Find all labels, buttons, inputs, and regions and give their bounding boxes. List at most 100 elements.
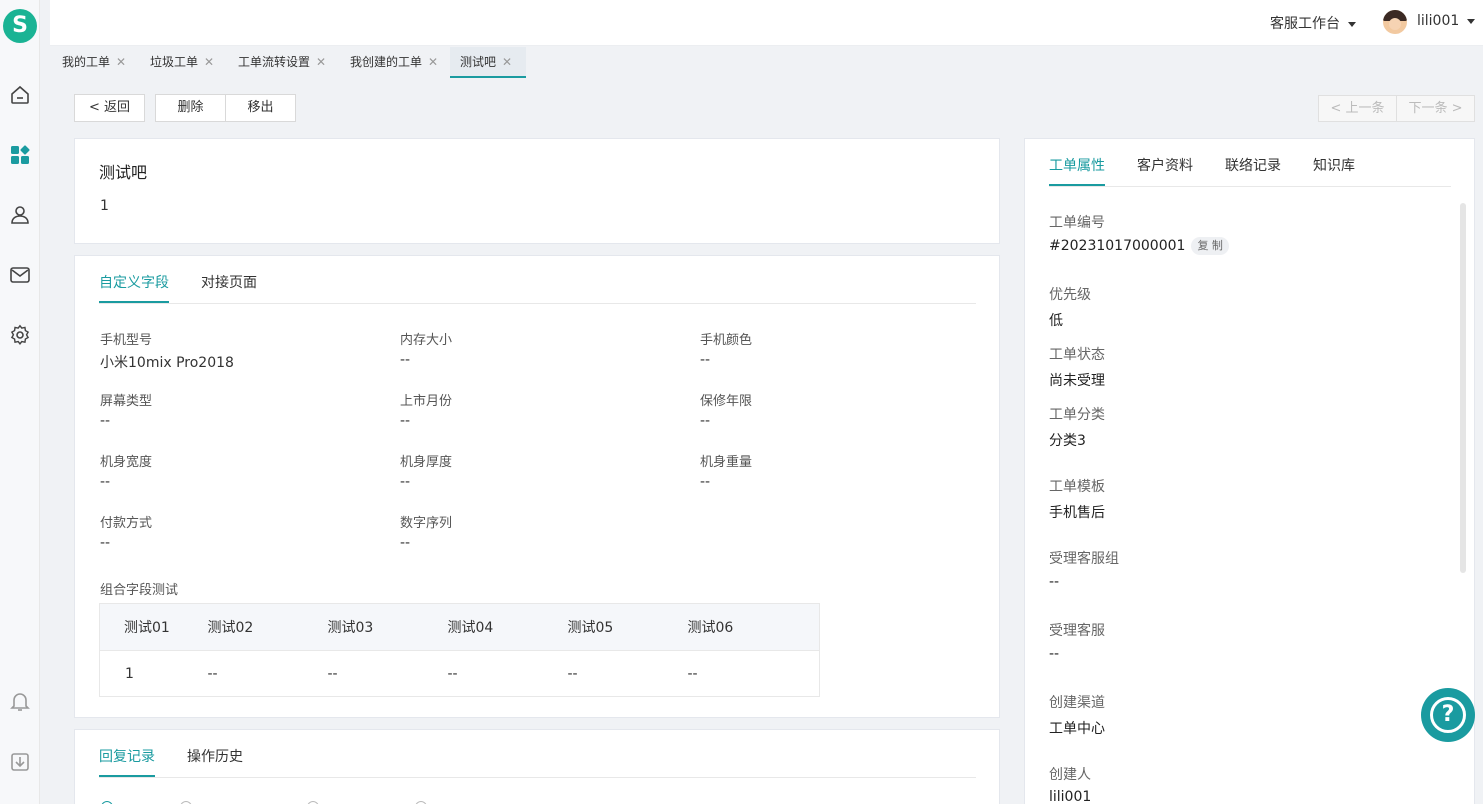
field-label: 机身重量	[700, 455, 753, 470]
tab-contact-records[interactable]: 联络记录	[1225, 155, 1281, 175]
delete-button[interactable]: 删除	[155, 94, 226, 122]
close-icon[interactable]: ✕	[116, 55, 126, 69]
user-menu[interactable]: lili001	[1417, 13, 1476, 29]
bell-icon[interactable]	[9, 690, 31, 712]
records-card: 回复记录 操作历史	[74, 729, 1000, 804]
workbench-label: 客服工作台	[1270, 16, 1340, 32]
field-label: 上市月份	[400, 394, 453, 409]
download-icon[interactable]	[9, 751, 31, 773]
tab-integration-page[interactable]: 对接页面	[201, 272, 257, 292]
tab-custom-fields[interactable]: 自定义字段	[99, 272, 169, 292]
tab-trash-tickets[interactable]: 垃圾工单 ✕	[140, 47, 224, 78]
next-button[interactable]: 下一条 >	[1396, 95, 1475, 122]
avatar[interactable]	[1383, 10, 1407, 34]
settings-icon[interactable]	[9, 324, 31, 346]
divider	[1049, 186, 1451, 187]
prev-label: 上一条	[1345, 101, 1385, 116]
prev-button[interactable]: < 上一条	[1318, 95, 1397, 122]
scrollbar[interactable]	[1460, 203, 1466, 573]
ticket-title-card: 测试吧 1	[74, 138, 1000, 244]
tab-ticket-properties[interactable]: 工单属性	[1049, 155, 1105, 175]
prop-label: 受理客服组	[1049, 551, 1119, 567]
prop-label: 受理客服	[1049, 623, 1105, 639]
table-cell: --	[687, 665, 698, 682]
tab-flow-settings[interactable]: 工单流转设置 ✕	[228, 47, 336, 78]
field-label: 机身厚度	[400, 455, 453, 470]
prop-label: 工单状态	[1049, 347, 1105, 363]
tab-label: 测试吧	[460, 55, 497, 69]
column-header: 测试02	[207, 603, 328, 651]
combo-field-table: 测试01 测试02 测试03 测试04 测试05 测试06 1 -- -- --…	[99, 603, 820, 697]
app-logo[interactable]: S	[3, 9, 37, 43]
ticket-content: 1	[100, 198, 109, 214]
help-button[interactable]: ?	[1421, 688, 1475, 742]
field-value: --	[100, 413, 111, 429]
table-row: 1 -- -- -- -- --	[100, 651, 820, 697]
prop-label: 工单分类	[1049, 407, 1105, 423]
close-icon[interactable]: ✕	[204, 55, 214, 69]
table-cell: --	[327, 665, 338, 682]
tab-label: 工单流转设置	[238, 55, 311, 69]
combo-field-label: 组合字段测试	[100, 583, 179, 598]
field-value: --	[100, 474, 111, 490]
field-label: 手机型号	[100, 333, 153, 348]
table-header-row: 测试01 测试02 测试03 测试04 测试05 测试06	[99, 603, 820, 651]
chevron-down-icon	[1467, 18, 1476, 24]
question-icon: ?	[1430, 697, 1466, 733]
custom-fields-card: 自定义字段 对接页面 手机型号 小米10mix Pro2018 内存大小 -- …	[74, 255, 1000, 718]
move-out-button[interactable]: 移出	[225, 94, 296, 122]
column-header: 测试03	[327, 603, 448, 651]
tab-reply-records[interactable]: 回复记录	[99, 746, 155, 766]
workbench-dropdown[interactable]: 客服工作台	[1270, 13, 1356, 33]
page-tabs: 我的工单 ✕ 垃圾工单 ✕ 工单流转设置 ✕ 我创建的工单 ✕ 测试吧 ✕	[50, 46, 1483, 78]
close-icon[interactable]: ✕	[316, 55, 326, 69]
chevron-left-icon: <	[88, 100, 100, 115]
field-label: 付款方式	[100, 516, 153, 531]
prop-value: 尚未受理	[1049, 373, 1105, 389]
prop-value: lili001	[1049, 789, 1092, 804]
field-label: 保修年限	[700, 394, 753, 409]
column-header: 测试01	[99, 603, 208, 651]
field-value: --	[100, 535, 111, 551]
ticket-number-value: #20231017000001	[1049, 238, 1186, 254]
tab-knowledge-base[interactable]: 知识库	[1313, 155, 1355, 175]
top-header: 客服工作台 lili001	[50, 0, 1483, 46]
tab-my-tickets[interactable]: 我的工单 ✕	[52, 47, 136, 78]
prop-label: 创建人	[1049, 767, 1091, 783]
prop-value: --	[1049, 646, 1060, 662]
prop-label: 工单模板	[1049, 479, 1105, 495]
divider	[99, 777, 976, 778]
apps-icon[interactable]	[9, 144, 31, 166]
divider	[99, 303, 976, 304]
field-value: --	[700, 413, 711, 429]
copy-button[interactable]: 复 制	[1191, 237, 1229, 255]
delete-label: 删除	[177, 100, 204, 115]
back-label: 返回	[104, 100, 131, 115]
ticket-number-label: 工单编号	[1049, 215, 1105, 231]
field-value: 小米10mix Pro2018	[100, 355, 234, 371]
prop-value: --	[1049, 574, 1060, 590]
prop-value: 手机售后	[1049, 505, 1105, 521]
username: lili001	[1417, 13, 1460, 29]
field-value: --	[400, 535, 411, 551]
mail-icon[interactable]	[9, 264, 31, 286]
tab-test[interactable]: 测试吧 ✕	[450, 47, 526, 78]
tab-created-tickets[interactable]: 我创建的工单 ✕	[340, 47, 448, 78]
back-button[interactable]: < 返回	[74, 94, 145, 122]
prop-value: 工单中心	[1049, 721, 1105, 737]
ticket-title: 测试吧	[99, 163, 148, 182]
properties-card: 工单属性 客户资料 联络记录 知识库 工单编号 #20231017000001 复…	[1024, 138, 1475, 804]
field-label: 机身宽度	[100, 455, 153, 470]
prop-label: 优先级	[1049, 287, 1091, 303]
tab-customer-info[interactable]: 客户资料	[1137, 155, 1193, 175]
chevron-right-icon: >	[1451, 101, 1463, 116]
tab-label: 垃圾工单	[150, 55, 199, 69]
field-value: --	[400, 352, 411, 368]
customer-icon[interactable]	[9, 204, 31, 226]
close-icon[interactable]: ✕	[502, 55, 512, 69]
home-icon[interactable]	[9, 84, 31, 106]
tab-operation-history[interactable]: 操作历史	[187, 746, 243, 766]
close-icon[interactable]: ✕	[428, 55, 438, 69]
sidebar: S	[0, 0, 40, 804]
field-label: 屏幕类型	[100, 394, 153, 409]
